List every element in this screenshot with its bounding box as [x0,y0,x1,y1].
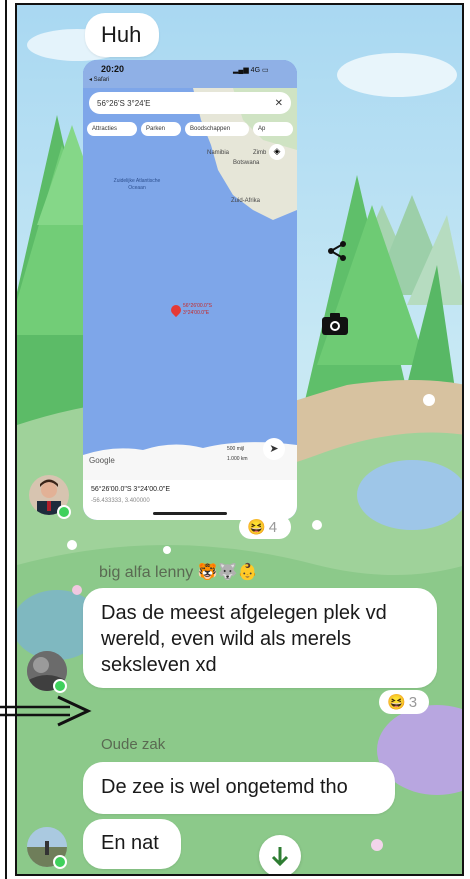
map-status-bar: 20:20 ◂ Safari ▂▄▆ 4G ▭ [83,60,297,88]
chip-label: Ap [258,126,266,132]
sender-name-text: big alfa lenny [99,564,194,581]
chip-label: Parken [146,126,166,132]
message-bubble[interactable]: Huh [85,13,159,57]
reaction-badge[interactable]: 😆 3 [379,690,429,714]
message-line: Das de meest afgelegen plek vd [101,602,387,624]
google-logo: Google [89,456,115,465]
map-search-text: 56°26'S 3°24'E [97,98,151,108]
map-pin-label: 56°26'00.0"S 3°24'00.0"E [183,303,212,316]
chip-more: Ap [253,122,293,136]
online-indicator [53,679,67,693]
online-indicator [57,505,71,519]
map-location-sheet: 56°26'00.0"S 3°24'00.0"E -56.433333, 3.4… [83,480,297,520]
chat-window: Huh 20:20 ◂ Safari ▂▄▆ 4G ▭ 56°26'S 3°24… [15,3,464,876]
status-time: 20:20 [101,64,125,74]
map-label-zimb: Zimb [253,150,267,156]
sender-name: Oude zak [101,736,165,753]
chip-parken: Parken [141,122,181,136]
message-line: wereld, even wild als merels [101,628,352,650]
reaction-count: 4 [268,518,278,536]
scale-bar-miles: 500 mijl [227,446,245,452]
laughing-emoji-icon: 😆 [247,519,266,536]
signal-icon: ▂▄▆ 4G ▭ [233,67,269,74]
close-icon: ✕ [274,97,283,109]
online-indicator [53,855,67,869]
sender-emojis: 🐯🐺👶 [197,564,258,581]
map-label-ocean: Zuidelijke Atlantische Oceaan [113,178,161,191]
scroll-down-button[interactable] [259,835,301,874]
message-text: Huh [101,22,142,47]
reaction-badge[interactable]: 😆 4 [239,515,291,539]
share-icon[interactable] [321,235,353,267]
scroll-down-icon [271,847,289,867]
map-coords: 56°26'00.0"S 3°24'00.0"E [91,486,171,493]
message-line: seksleven xd [101,654,217,676]
scale-bar-km: 1.000 km [227,456,248,462]
layers-icon: ◈ [269,144,285,160]
chip-label: Boodschappen [190,126,231,132]
camera-icon[interactable] [321,308,353,340]
back-to-safari: ◂ Safari [89,77,110,83]
message-bubble[interactable]: De zee is wel ongetemd tho [83,762,395,814]
chip-attracties: Attracties [87,122,137,136]
map-label-namibia: Namibia [207,150,230,156]
chip-label: Attracties [92,126,118,132]
sender-name-text: Oude zak [101,736,166,753]
reaction-count: 3 [408,693,418,711]
annotation-arrow [0,695,92,727]
message-bubble[interactable]: Das de meest afgelegen plek vd wereld, e… [83,588,437,688]
laughing-emoji-icon: 😆 [387,694,406,711]
map-coords-decimal: -56.433333, 3.400000 [91,498,150,504]
sender-name: big alfa lenny 🐯🐺👶 [99,562,258,582]
message-text: En nat [101,832,159,854]
message-bubble[interactable]: En nat [83,819,181,869]
navigate-icon: ➤ [263,438,285,460]
map-label-botswana: Botswana [233,160,260,166]
map-screenshot-image[interactable]: 20:20 ◂ Safari ▂▄▆ 4G ▭ 56°26'S 3°24'E ✕… [83,60,297,520]
left-border-line [5,0,7,879]
chip-boodschappen: Boodschappen [185,122,249,136]
message-text: De zee is wel ongetemd tho [101,776,348,798]
home-indicator [153,512,227,515]
map-search-field: 56°26'S 3°24'E ✕ [89,92,291,114]
map-label-south-africa: Zuid-Afrika [231,198,261,204]
